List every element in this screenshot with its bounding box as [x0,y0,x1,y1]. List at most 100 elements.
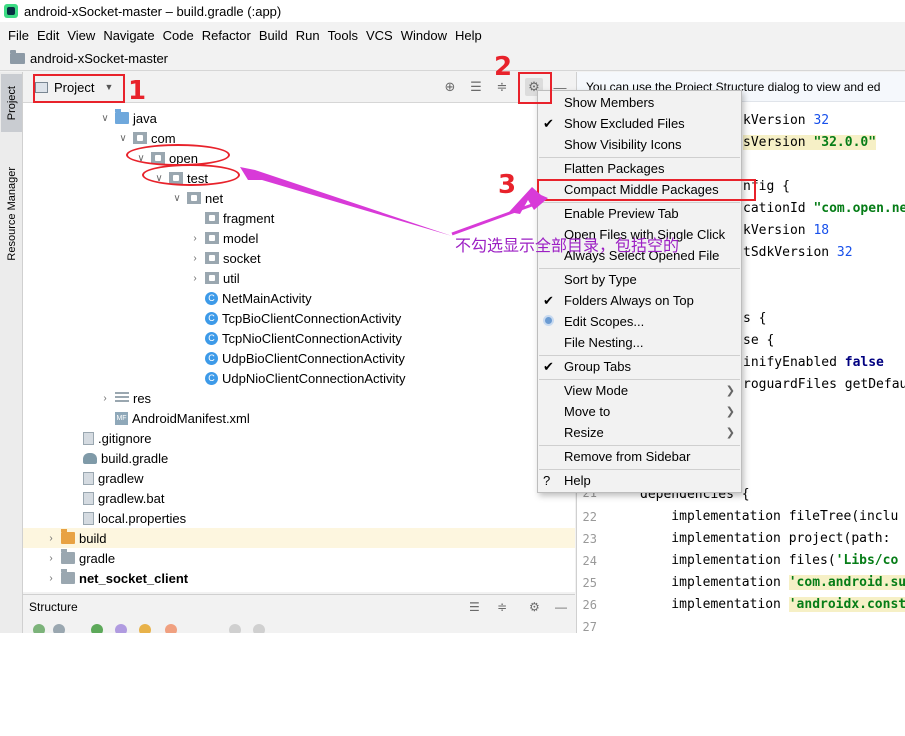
tree-item[interactable]: ∨ java [23,108,575,128]
menu-item-remove-from-sidebar[interactable]: Remove from Sidebar [538,446,741,467]
menu-navigate[interactable]: Navigate [99,28,158,43]
menu-item-view-mode[interactable]: View Mode ❯ [538,380,741,401]
hide-icon[interactable]: — [555,600,567,614]
menu-edit[interactable]: Edit [33,28,63,43]
chevron-down-icon[interactable]: ∨ [99,113,111,124]
tree-item[interactable]: ∨ com [23,128,575,148]
chevron-right-icon[interactable]: › [189,253,201,264]
tree-item[interactable]: C UdpBioClientConnectionActivity [23,348,575,368]
sort-alpha-icon[interactable] [53,624,65,633]
chevron-right-icon[interactable]: › [45,553,57,564]
code-line[interactable]: cationId "com.open.ne [743,201,905,216]
locate-icon[interactable]: ⊕ [441,78,459,96]
tree-item-label: local.properties [98,510,187,526]
menu-tools[interactable]: Tools [324,28,362,43]
fields-icon[interactable] [139,624,151,633]
tree-item[interactable]: › net_socket_client [23,568,575,588]
tree-item-label: gradle [79,550,116,566]
line-number: 25 [582,576,597,590]
autoscroll-from-icon[interactable] [253,624,265,633]
code-line[interactable]: kVersion 18 [743,223,829,238]
menu-code[interactable]: Code [159,28,198,43]
tool-tab-resource-manager[interactable]: Resource Manager [1,156,22,272]
menu-item-edit-scopes[interactable]: Edit Scopes... [538,311,741,332]
chevron-right-icon[interactable]: › [45,573,57,584]
lambda-icon[interactable] [165,624,177,633]
chevron-right-icon: ❯ [725,427,735,439]
menu-item-show-visibility-icons[interactable]: Show Visibility Icons [538,134,741,155]
chevron-right-icon[interactable]: › [45,533,57,544]
annotation-box-view-selector [33,74,125,103]
manifest-icon: MF [115,411,128,425]
menu-item-flatten-packages[interactable]: Flatten Packages [538,158,741,179]
tree-item[interactable]: C NetMainActivity [23,288,575,308]
menu-build[interactable]: Build [255,28,292,43]
properties-icon[interactable] [115,624,127,633]
menu-help[interactable]: Help [451,28,486,43]
tree-item[interactable]: › res [23,388,575,408]
code-line[interactable]: implementation 'androidx.const [640,597,905,612]
expand-all-icon[interactable]: ☰ [469,600,480,614]
code-line[interactable]: s { [743,311,766,326]
menu-vcs[interactable]: VCS [362,28,397,43]
tree-item[interactable]: fragment [23,208,575,228]
chevron-down-icon[interactable]: ∨ [117,133,129,144]
sort-icon[interactable] [33,624,45,633]
code-line[interactable]: inifyEnabled false [743,355,884,370]
code-line[interactable]: se { [743,333,774,348]
code-line[interactable]: implementation files('Libs/co [640,553,898,568]
code-line[interactable]: implementation fileTree(inclu [640,509,898,524]
chevron-right-icon[interactable]: › [189,233,201,244]
tree-item[interactable]: .gitignore [23,428,575,448]
menu-item-enable-preview-tab[interactable]: Enable Preview Tab [538,203,741,224]
menu-item-show-excluded-files[interactable]: ✔ Show Excluded Files [538,113,741,134]
tree-item[interactable]: gradlew.bat [23,488,575,508]
tree-item[interactable]: › util [23,268,575,288]
line-number: 22 [582,510,597,524]
expand-all-icon[interactable]: ☰ [467,78,485,96]
menu-item-show-members[interactable]: Show Members [538,92,741,113]
tree-item[interactable]: ∨ net [23,188,575,208]
chevron-down-icon[interactable]: ∨ [171,193,183,204]
help-icon: ? [543,473,551,488]
tree-item[interactable]: build.gradle [23,448,575,468]
autoscroll-icon[interactable] [229,624,241,633]
menu-item-folders-always-on-top[interactable]: ✔ Folders Always on Top [538,290,741,311]
tree-item[interactable]: local.properties [23,508,575,528]
gear-icon[interactable]: ⚙ [529,600,540,614]
menu-window[interactable]: Window [397,28,451,43]
breadcrumb-project[interactable]: android-xSocket-master [30,51,168,66]
code-line[interactable]: implementation project(path: [640,531,898,546]
class-icon: C [205,311,218,325]
tree-item[interactable]: C TcpBioClientConnectionActivity [23,308,575,328]
tree-item[interactable]: C UdpNioClientConnectionActivity [23,368,575,388]
tree-item[interactable]: MF AndroidManifest.xml [23,408,575,428]
menu-file[interactable]: File [4,28,33,43]
tree-item[interactable]: C TcpNioClientConnectionActivity [23,328,575,348]
menu-view[interactable]: View [63,28,99,43]
inherited-icon[interactable] [91,624,103,633]
tree-item[interactable]: ∨ test [23,168,575,188]
chevron-right-icon[interactable]: › [189,273,201,284]
menu-item-resize[interactable]: Resize ❯ [538,422,741,443]
code-line[interactable]: implementation 'com.android.su [640,575,905,590]
tree-item[interactable]: › gradle [23,548,575,568]
menu-item-group-tabs[interactable]: ✔ Group Tabs [538,356,741,377]
tool-tab-project[interactable]: Project [1,74,22,132]
menu-item-file-nesting[interactable]: File Nesting... [538,332,741,353]
menu-run[interactable]: Run [292,28,324,43]
menu-refactor[interactable]: Refactor [198,28,255,43]
menu-item-help[interactable]: ? Help [538,470,741,491]
tree-item[interactable]: gradlew [23,468,575,488]
code-line[interactable]: roguardFiles getDefau [743,377,905,392]
code-line[interactable]: tSdkVersion 32 [743,245,853,260]
collapse-all-icon[interactable]: ≑ [497,600,507,614]
code-line[interactable]: sVersion "32.0.0" [743,135,877,150]
tree-item[interactable]: › build [23,528,575,548]
line-number: 23 [582,532,597,546]
tree-item[interactable]: ∨ open [23,148,575,168]
chevron-right-icon[interactable]: › [99,393,111,404]
menu-item-move-to[interactable]: Move to ❯ [538,401,741,422]
code-line[interactable]: kVersion 32 [743,113,829,128]
menu-item-sort-by-type[interactable]: Sort by Type [538,269,741,290]
